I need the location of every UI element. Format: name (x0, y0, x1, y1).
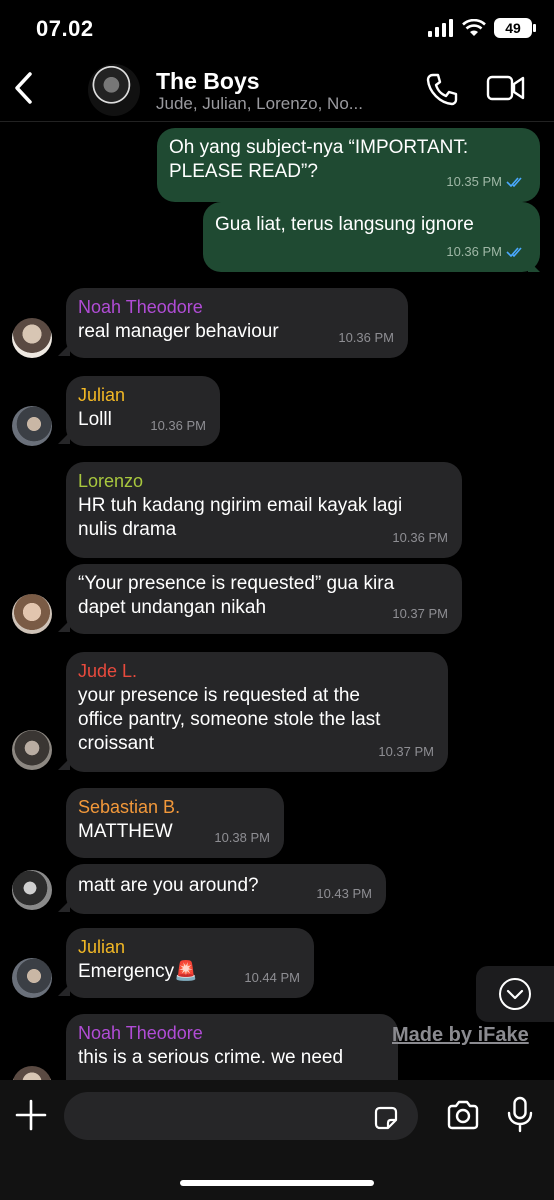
message-bubble-outgoing[interactable]: Oh yang subject-nya “IMPORTANT: PLEASE R… (157, 128, 540, 202)
message-sender: Lorenzo (78, 471, 144, 491)
message-time: 10.37 PM (378, 744, 434, 759)
chat-members[interactable]: Jude, Julian, Lorenzo, No... (156, 94, 414, 114)
message-sender: Noah Theodore (78, 1023, 203, 1043)
message-meta: 10.35 PM (446, 170, 526, 194)
avatar[interactable] (12, 318, 52, 358)
message-text: this is a serious crime. we need (78, 1047, 344, 1068)
message-bubble-outgoing[interactable]: Gua liat, terus langsung ignore 10.36 PM (203, 202, 540, 272)
back-icon[interactable] (8, 66, 42, 110)
message-time: 10.35 PM (446, 174, 502, 189)
avatar[interactable] (12, 406, 52, 446)
avatar[interactable] (12, 870, 52, 910)
status-bar: 07.02 49 (0, 0, 554, 58)
message-time: 10.36 PM (338, 330, 394, 345)
plus-icon[interactable] (14, 1098, 48, 1132)
message-sender: Noah Theodore (78, 297, 203, 317)
avatar[interactable] (12, 1066, 52, 1080)
message-bubble-incoming[interactable]: Julian Lolll 10.36 PM (66, 376, 220, 446)
scroll-down-icon (499, 978, 531, 1010)
avatar[interactable] (12, 594, 52, 634)
read-receipt-icon (506, 247, 522, 258)
message-bubble-incoming[interactable]: Julian Emergency🚨 10.44 PM (66, 928, 314, 998)
message-time: 10.36 PM (150, 418, 206, 433)
message-sender: Julian (78, 937, 126, 957)
message-bubble-incoming[interactable]: Noah Theodore real manager behaviour 10.… (66, 288, 408, 358)
message-time: 10.38 PM (214, 830, 270, 845)
read-receipt-icon (506, 177, 522, 188)
home-indicator (180, 1180, 374, 1186)
message-time: 10.37 PM (392, 606, 448, 621)
status-icons: 49 (428, 18, 536, 38)
message-sender: Sebastian B. (78, 797, 181, 817)
message-sender: Julian (78, 385, 126, 405)
message-time: 10.43 PM (316, 886, 372, 901)
message-time: 10.36 PM (392, 530, 448, 545)
wifi-icon (462, 19, 486, 36)
message-meta: 10.36 PM (446, 240, 526, 264)
message-bubble-incoming[interactable]: matt are you around? 10.43 PM (66, 864, 386, 914)
avatar[interactable] (12, 958, 52, 998)
message-text: Gua liat, terus langsung ignore (215, 214, 474, 235)
status-time: 07.02 (36, 16, 94, 41)
composer-bar (0, 1080, 554, 1200)
group-avatar[interactable] (88, 64, 140, 116)
message-sender: Jude L. (78, 661, 138, 681)
battery-icon: 49 (494, 18, 536, 38)
message-bubble-incoming[interactable]: Jude L. your presence is requested at th… (66, 652, 448, 772)
watermark: Made by iFake (392, 1024, 529, 1046)
message-bubble-incoming[interactable]: Noah Theodore this is a serious crime. w… (66, 1014, 398, 1080)
message-bubble-incoming[interactable]: Sebastian B. MATTHEW 10.38 PM (66, 788, 284, 858)
chat-header: The Boys Jude, Julian, Lorenzo, No... (0, 58, 554, 122)
message-time: 10.44 PM (244, 970, 300, 985)
signal-icon (428, 19, 453, 37)
chat-title[interactable]: The Boys (156, 68, 260, 95)
message-input[interactable] (64, 1092, 418, 1140)
message-bubble-incoming[interactable]: Lorenzo HR tuh kadang ngirim email kayak… (66, 462, 462, 558)
scroll-down-button[interactable] (476, 966, 554, 1022)
camera-icon[interactable] (446, 1100, 480, 1130)
video-icon[interactable] (486, 74, 526, 102)
sticker-icon[interactable] (372, 1104, 400, 1132)
message-time: 10.36 PM (446, 244, 502, 259)
avatar[interactable] (12, 730, 52, 770)
message-bubble-incoming[interactable]: “Your presence is requested” gua kira da… (66, 564, 462, 634)
message-list[interactable]: Oh yang subject-nya “IMPORTANT: PLEASE R… (0, 122, 554, 1080)
phone-icon[interactable] (426, 72, 458, 106)
mic-icon[interactable] (506, 1096, 534, 1134)
